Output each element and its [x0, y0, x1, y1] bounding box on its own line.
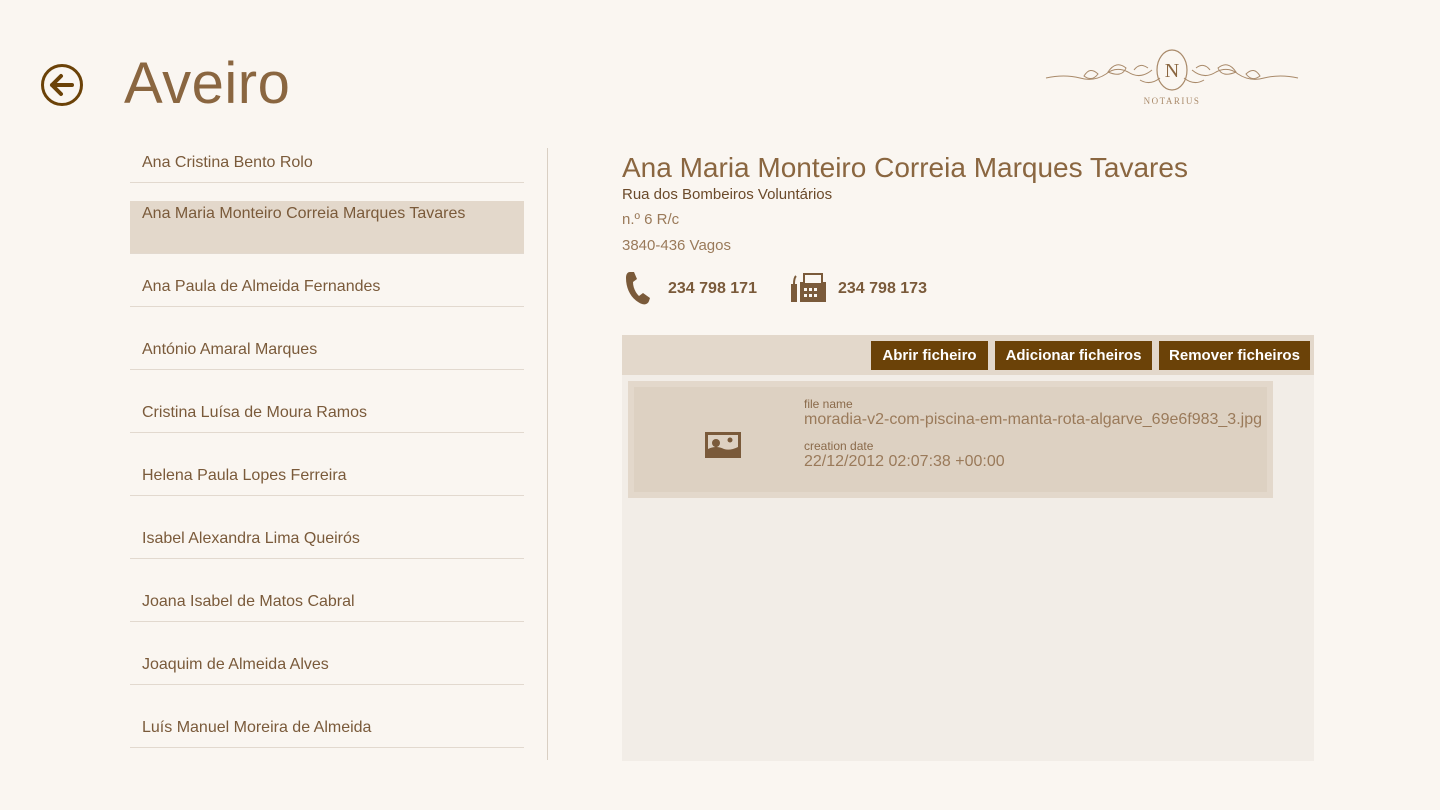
- list-item-label: Isabel Alexandra Lima Queirós: [142, 530, 360, 547]
- list-item[interactable]: Isabel Alexandra Lima Queirós: [130, 524, 524, 559]
- list-item[interactable]: Joaquim de Almeida Alves: [130, 650, 524, 685]
- address-postal: 3840-436 Vagos: [622, 237, 731, 254]
- creation-date-label: creation date: [804, 439, 874, 453]
- creation-date-value: 22/12/2012 02:07:38 +00:00: [804, 453, 1005, 470]
- fax-number: 234 798 173: [838, 280, 927, 297]
- list-item-label: Ana Paula de Almeida Fernandes: [142, 278, 381, 295]
- remove-files-button[interactable]: Remover ficheiros: [1159, 341, 1310, 370]
- list-item[interactable]: Cristina Luísa de Moura Ramos: [130, 398, 524, 433]
- list-item[interactable]: Ana Paula de Almeida Fernandes: [130, 272, 524, 307]
- phone-icon: [624, 270, 652, 306]
- open-file-button[interactable]: Abrir ficheiro: [871, 341, 988, 370]
- address-street: Rua dos Bombeiros Voluntários: [622, 186, 833, 203]
- list-item[interactable]: Luís Manuel Moreira de Almeida: [130, 713, 524, 748]
- list-item[interactable]: Ana Maria Monteiro Correia Marques Tavar…: [130, 201, 524, 254]
- detail-name: Ana Maria Monteiro Correia Marques Tavar…: [622, 152, 1188, 183]
- image-icon: [704, 431, 742, 459]
- back-button[interactable]: [40, 63, 84, 107]
- file-name-label: file name: [804, 397, 853, 411]
- add-files-button[interactable]: Adicionar ficheiros: [995, 341, 1152, 370]
- list-item-label: Helena Paula Lopes Ferreira: [142, 467, 347, 484]
- back-arrow-icon: [41, 64, 83, 106]
- fax-icon: [790, 272, 828, 304]
- list-item[interactable]: Helena Paula Lopes Ferreira: [130, 461, 524, 496]
- list-item-label: António Amaral Marques: [142, 341, 318, 358]
- address-number: n.º 6 R/c: [622, 211, 680, 228]
- file-item-inner: file name moradia-v2-com-piscina-em-mant…: [634, 387, 1267, 492]
- phone-number[interactable]: 234 798 171: [668, 280, 757, 298]
- list-item-label: Luís Manuel Moreira de Almeida: [142, 719, 372, 736]
- vertical-divider: [547, 148, 548, 760]
- list-item[interactable]: António Amaral Marques: [130, 335, 524, 370]
- list-item-label: Ana Cristina Bento Rolo: [142, 154, 313, 171]
- file-name-value: moradia-v2-com-piscina-em-manta-rota-alg…: [804, 411, 1262, 428]
- list-item[interactable]: Ana Cristina Bento Rolo: [130, 148, 524, 183]
- list-item-label: Cristina Luísa de Moura Ramos: [142, 404, 367, 421]
- files-panel: Abrir ficheiro Adicionar ficheiros Remov…: [622, 335, 1314, 761]
- files-toolbar: Abrir ficheiro Adicionar ficheiros Remov…: [622, 335, 1314, 375]
- list-item[interactable]: Joana Isabel de Matos Cabral: [130, 587, 524, 622]
- logo-text: NOTARIUS: [1144, 96, 1201, 106]
- notarius-logo: N NOTARIUS: [1044, 44, 1300, 110]
- svg-text:N: N: [1165, 60, 1179, 82]
- list-item-label: Joaquim de Almeida Alves: [142, 656, 329, 673]
- people-list: Ana Cristina Bento Rolo Ana Maria Monteir…: [130, 148, 524, 776]
- list-item-label: Ana Maria Monteiro Correia Marques Tavar…: [142, 205, 466, 222]
- page-title: Aveiro: [124, 51, 291, 116]
- list-item-label: Joana Isabel de Matos Cabral: [142, 593, 355, 610]
- file-item[interactable]: file name moradia-v2-com-piscina-em-mant…: [628, 381, 1273, 498]
